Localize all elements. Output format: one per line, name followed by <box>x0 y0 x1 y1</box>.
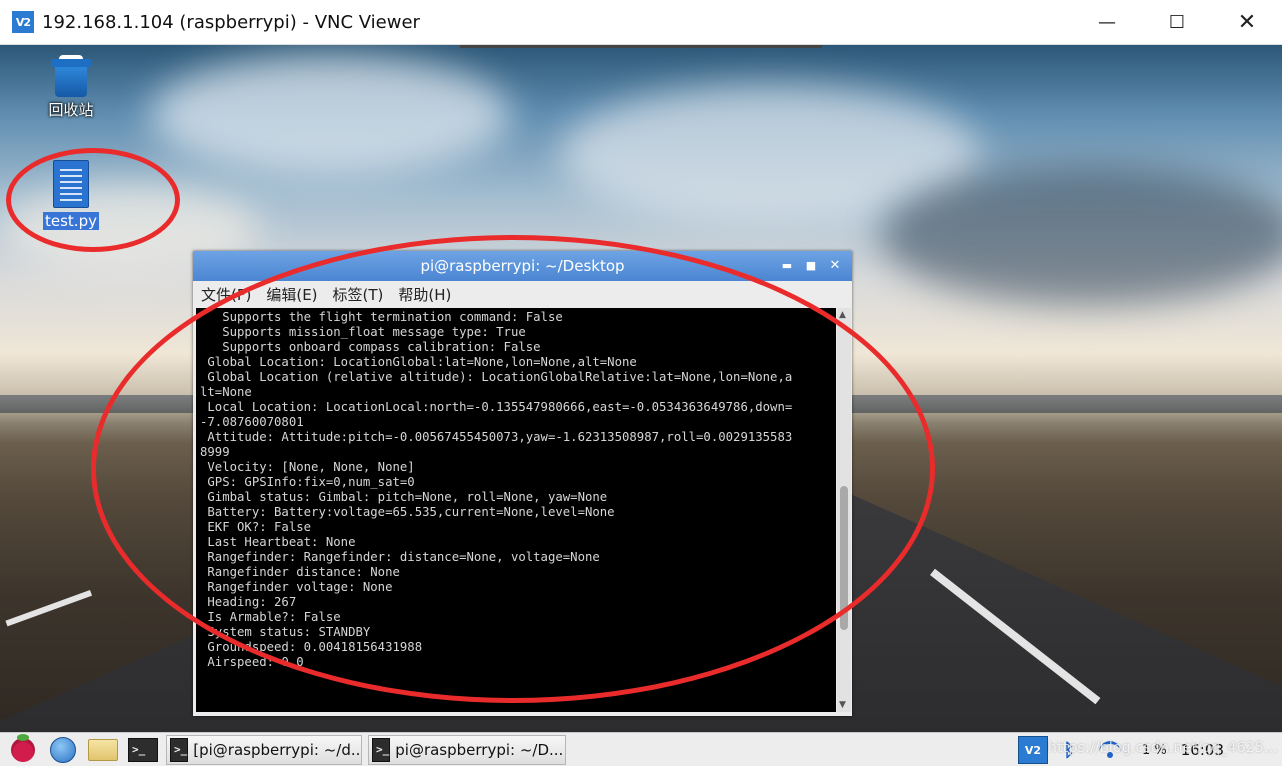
browser-launcher[interactable] <box>46 735 80 765</box>
terminal-icon: >_ <box>372 737 391 762</box>
vnc-tray-icon[interactable]: V2 <box>1018 736 1048 764</box>
vnc-logo-icon: V2 <box>12 11 34 33</box>
terminal-icon: >_ <box>128 737 158 762</box>
file-manager-icon <box>88 738 118 761</box>
file-manager-launcher[interactable] <box>86 735 120 765</box>
terminal-minimize-button[interactable]: ▬ <box>779 258 795 274</box>
road-marking <box>5 590 93 627</box>
scroll-down-arrow-icon[interactable]: ▼ <box>839 700 846 710</box>
task-label: pi@raspberrypi: ~/D... <box>395 740 564 759</box>
browser-globe-icon <box>50 736 76 763</box>
desktop: 回收站 test.py pi@raspberrypi: ~/Desktop ▬ … <box>0 45 1282 732</box>
minimize-button[interactable]: — <box>1072 0 1142 45</box>
trash-icon <box>51 55 91 97</box>
terminal-icon: >_ <box>170 737 189 762</box>
maximize-button[interactable]: ☐ <box>1142 0 1212 45</box>
wallpaper-cloud <box>150 55 510 175</box>
window-edge <box>460 45 822 48</box>
terminal-launcher[interactable]: >_ <box>126 735 160 765</box>
annotation-circle-terminal <box>91 235 935 703</box>
terminal-close-button[interactable]: ✕ <box>827 258 843 274</box>
task-label: [pi@raspberrypi: ~/d... <box>193 740 362 759</box>
vnc-window-title: 192.168.1.104 (raspberrypi) - VNC Viewer <box>42 11 420 33</box>
scroll-up-arrow-icon[interactable]: ▲ <box>839 310 846 320</box>
vnc-title-bar: V2 192.168.1.104 (raspberrypi) - VNC Vie… <box>0 0 1282 45</box>
wallpaper-cloud <box>880 165 1282 305</box>
close-button[interactable]: ✕ <box>1212 0 1282 45</box>
desktop-icon-trash[interactable]: 回收站 <box>31 55 111 120</box>
terminal-maximize-button[interactable]: ■ <box>803 258 819 274</box>
raspberry-menu-icon <box>11 733 35 762</box>
desktop-icon-label: 回收站 <box>48 101 94 119</box>
annotation-circle-file <box>6 148 180 252</box>
raspberry-menu-button[interactable] <box>6 733 40 765</box>
watermark: https://blog.csdn.net/qq_4625... <box>1048 740 1278 756</box>
taskbar-task-terminal-2[interactable]: >_ pi@raspberrypi: ~/D... <box>368 734 566 765</box>
taskbar-task-terminal-1[interactable]: >_ [pi@raspberrypi: ~/d... <box>166 734 362 765</box>
